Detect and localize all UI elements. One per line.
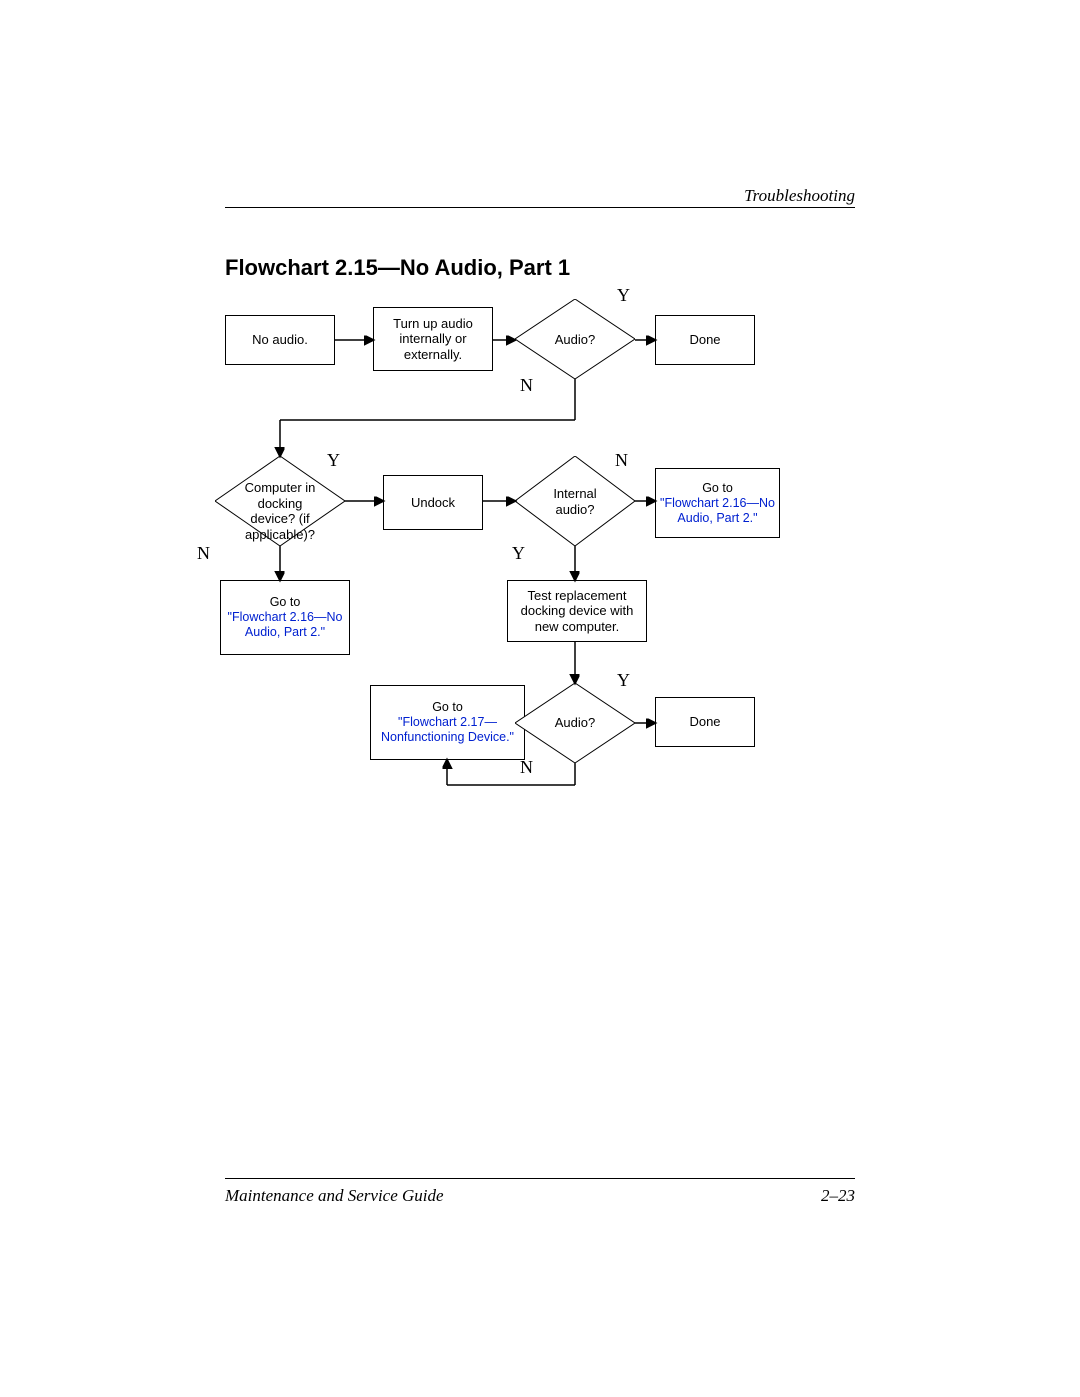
header-rule: [225, 207, 855, 208]
flowchart: No audio. Turn up audio internally or ex…: [225, 285, 855, 835]
header-section: Troubleshooting: [744, 186, 855, 206]
page: Troubleshooting Flowchart 2.15—No Audio,…: [0, 0, 1080, 1397]
footer-left: Maintenance and Service Guide: [225, 1186, 444, 1206]
page-title: Flowchart 2.15—No Audio, Part 1: [225, 255, 570, 281]
footer-rule: [225, 1178, 855, 1179]
connectors: [225, 285, 855, 835]
footer-right: 2–23: [821, 1186, 855, 1206]
n-label-docking: N: [197, 543, 210, 564]
